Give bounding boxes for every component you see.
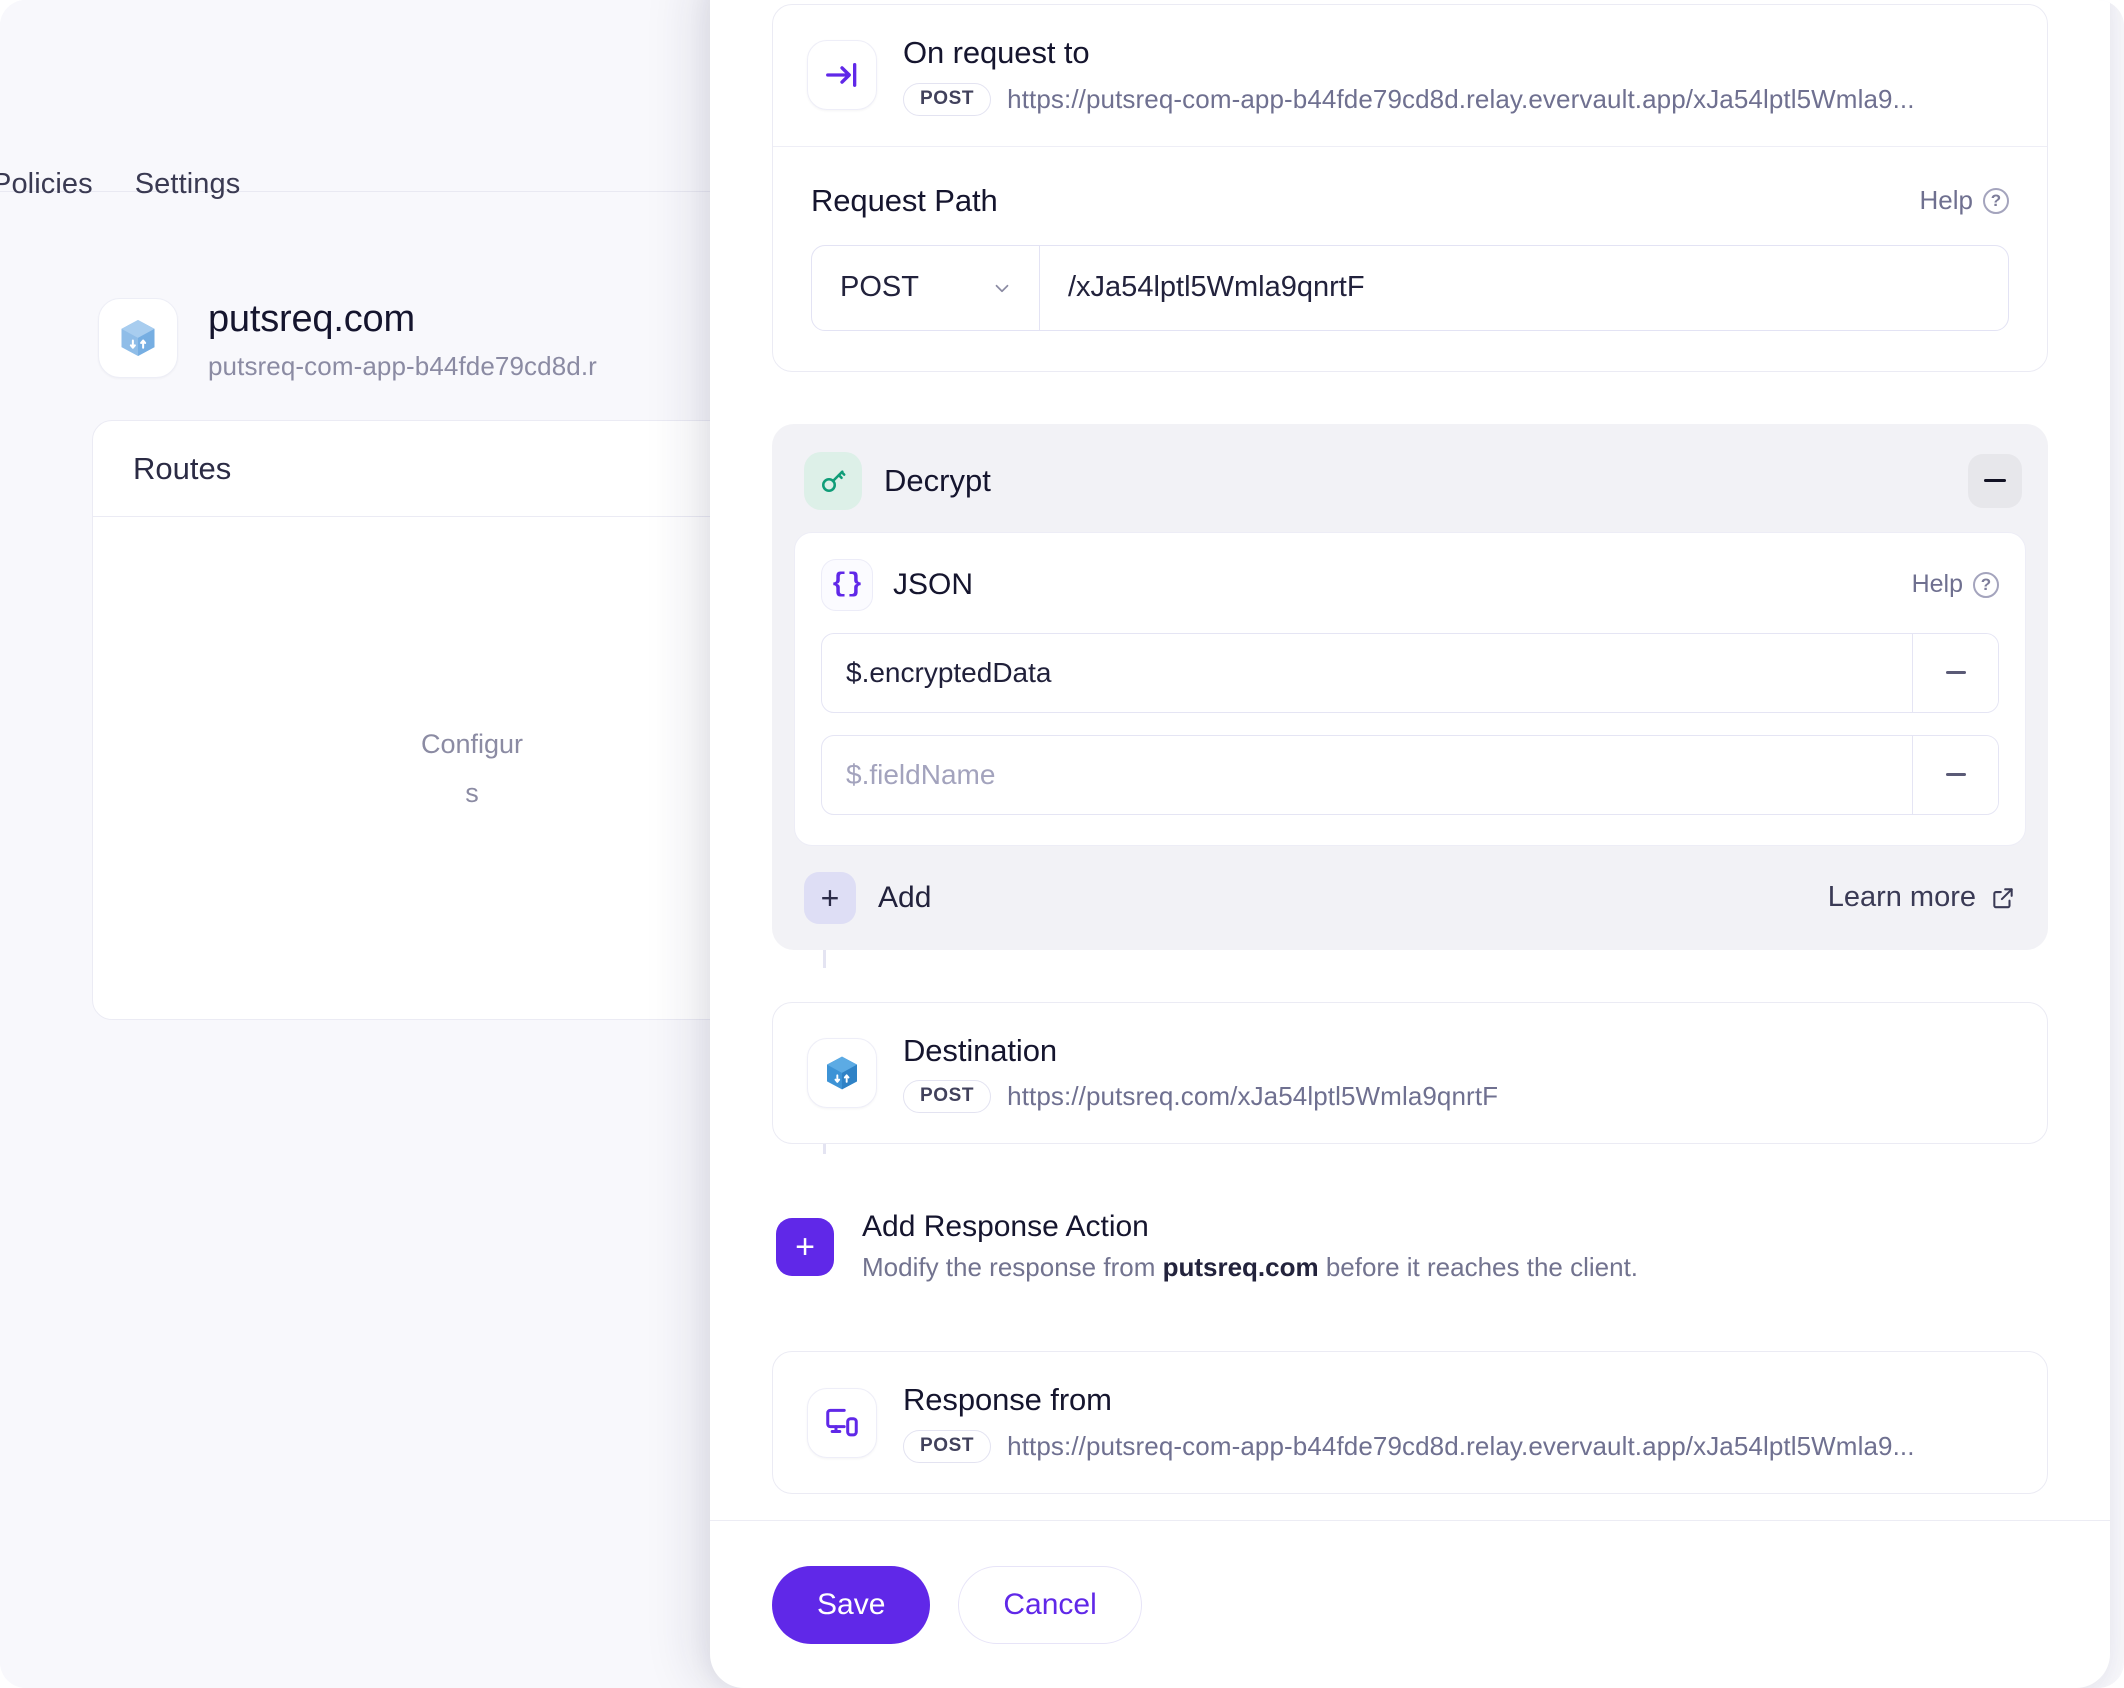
on-request-node: On request to POST https://putsreq-com-a…	[772, 4, 2048, 372]
help-circle-icon: ?	[1983, 187, 2009, 214]
cube-icon	[98, 298, 178, 378]
save-button[interactable]: Save	[772, 1565, 931, 1644]
response-header: Response from POST https://putsreq-com-a…	[773, 1352, 2047, 1493]
routes-empty-line2: s	[465, 778, 479, 808]
help-circle-icon: ?	[1973, 571, 1999, 598]
json-action-card: {} JSON Help ? $.encryptedData $.fieldNa…	[794, 531, 2026, 846]
method-badge: POST	[903, 1080, 992, 1114]
response-meta: Response from POST https://putsreq-com-a…	[903, 1382, 1915, 1463]
route-editor-modal: On request to POST https://putsreq-com-a…	[710, 0, 2110, 1688]
arrow-into-bar-icon	[807, 40, 877, 111]
response-url-row: POST https://putsreq-com-app-b44fde79cd8…	[903, 1429, 1915, 1463]
tab-settings[interactable]: Settings	[135, 168, 241, 201]
method-select-value: POST	[840, 271, 919, 304]
plus-icon[interactable]: +	[776, 1217, 834, 1276]
background-tabs: Policies Settings	[0, 168, 240, 201]
destination-node: Destination POST https://putsreq.com/xJa…	[772, 1001, 2048, 1145]
subtitle-suffix: before it reaches the client.	[1318, 1252, 1639, 1283]
braces-icon: {}	[821, 558, 873, 611]
external-link-icon	[1993, 887, 2013, 908]
modal-body: On request to POST https://putsreq-com-a…	[710, 0, 2110, 1520]
json-action-header: {} JSON Help ?	[821, 558, 1999, 611]
on-request-header: On request to POST https://putsreq-com-a…	[773, 5, 2047, 146]
add-response-action-subtitle: Modify the response from putsreq.com bef…	[862, 1252, 1638, 1283]
destination-meta: Destination POST https://putsreq.com/xJa…	[903, 1033, 1498, 1114]
request-path-input[interactable]: /xJa54lptl5Wmla9qnrtF	[1040, 246, 2008, 330]
decrypt-header: Decrypt	[794, 446, 2026, 532]
page-title: putsreq.com	[208, 298, 415, 340]
background-app-meta: putsreq.com putsreq-com-app-b44fde79cd8d…	[208, 298, 597, 382]
minus-icon	[1945, 671, 1966, 675]
help-label: Help	[1911, 570, 1963, 599]
decrypt-collapse-button[interactable]	[1968, 453, 2022, 508]
request-path-input-group: POST /xJa54lptl5Wmla9qnrtF	[811, 244, 2009, 331]
json-field-row: $.fieldName	[821, 734, 1999, 815]
on-request-meta: On request to POST https://putsreq-com-a…	[903, 35, 1915, 116]
decrypt-group: Decrypt {} JSON Help ? $.encryptedData $…	[772, 423, 2048, 950]
minus-icon	[1984, 479, 2006, 483]
add-response-action-row[interactable]: + Add Response Action Modify the respons…	[772, 1204, 2048, 1289]
cube-icon	[807, 1037, 877, 1108]
json-help-link[interactable]: Help ?	[1912, 570, 1999, 599]
decrypt-title: Decrypt	[884, 462, 991, 498]
destination-url-row: POST https://putsreq.com/xJa54lptl5Wmla9…	[903, 1080, 1499, 1114]
json-field-row: $.encryptedData	[821, 632, 1999, 713]
request-path-help-link[interactable]: Help ?	[1920, 185, 2009, 216]
chevron-down-icon	[995, 284, 1009, 292]
request-path-header: Request Path Help ?	[811, 183, 2009, 219]
method-select[interactable]: POST	[812, 245, 1040, 330]
learn-more-link[interactable]: Learn more	[1828, 881, 2016, 914]
method-badge: POST	[903, 82, 992, 116]
help-label: Help	[1919, 185, 1973, 216]
json-path-input-1[interactable]: $.encryptedData	[822, 634, 1912, 712]
add-response-action-title: Add Response Action	[862, 1210, 1149, 1244]
routes-empty-line1: Configur	[420, 729, 524, 759]
add-response-action-meta: Add Response Action Modify the response …	[862, 1210, 1638, 1283]
add-field-button[interactable]: + Add	[804, 871, 932, 924]
on-request-title: On request to	[903, 35, 1090, 70]
response-node: Response from POST https://putsreq-com-a…	[772, 1351, 2048, 1494]
on-request-url-row: POST https://putsreq-com-app-b44fde79cd8…	[903, 82, 1915, 116]
request-path-section: Request Path Help ? POST /xJa54lptl5Wmla…	[773, 147, 2047, 371]
learn-more-label: Learn more	[1827, 881, 1976, 914]
decrypt-footer: + Add Learn more	[794, 871, 2026, 924]
subtitle-host: putsreq.com	[1162, 1252, 1319, 1283]
add-field-label: Add	[878, 880, 932, 914]
response-title: Response from	[903, 1382, 1112, 1418]
request-path-label: Request Path	[811, 182, 998, 218]
remove-field-button-2[interactable]	[1912, 735, 1998, 814]
response-url: https://putsreq-com-app-b44fde79cd8d.rel…	[1007, 1430, 1915, 1461]
cancel-button[interactable]: Cancel	[958, 1565, 1142, 1644]
screen: Policies Settings putsreq.com putsreq-co…	[0, 0, 2124, 1688]
app-hostname: putsreq-com-app-b44fde79cd8d.r	[208, 350, 597, 381]
key-icon	[804, 451, 862, 510]
minus-icon	[1945, 773, 1966, 777]
destination-url: https://putsreq.com/xJa54lptl5Wmla9qnrtF	[1007, 1081, 1499, 1112]
method-badge: POST	[903, 1429, 992, 1463]
modal-footer: Save Cancel	[710, 1520, 2110, 1688]
destination-header: Destination POST https://putsreq.com/xJa…	[773, 1003, 2047, 1144]
subtitle-prefix: Modify the response from	[862, 1252, 1163, 1283]
remove-field-button-1[interactable]	[1912, 633, 1998, 712]
monitor-icon	[807, 1387, 877, 1458]
background-app-header: putsreq.com putsreq-com-app-b44fde79cd8d…	[98, 298, 597, 382]
on-request-url: https://putsreq-com-app-b44fde79cd8d.rel…	[1007, 83, 1915, 114]
json-action-title: JSON	[893, 567, 974, 601]
json-path-input-2[interactable]: $.fieldName	[822, 736, 1912, 814]
plus-icon: +	[804, 871, 856, 924]
destination-title: Destination	[903, 1032, 1057, 1068]
tab-policies[interactable]: Policies	[0, 168, 93, 201]
